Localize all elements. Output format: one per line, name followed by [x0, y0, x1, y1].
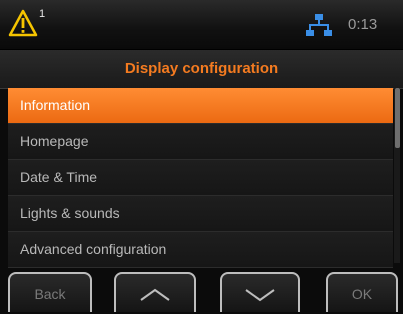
menu-item-advanced-configuration[interactable]: Advanced configuration [8, 232, 393, 268]
warning-count: 1 [39, 8, 46, 20]
menu-item-date-time[interactable]: Date & Time [8, 160, 393, 196]
menu-item-lights-sounds[interactable]: Lights & sounds [8, 196, 393, 232]
menu-list: Information Homepage Date & Time Lights … [8, 88, 393, 268]
warning-triangle-icon[interactable] [8, 9, 38, 37]
ok-button[interactable]: OK [326, 272, 398, 312]
scrollbar-thumb[interactable] [395, 88, 400, 148]
menu-item-homepage[interactable]: Homepage [8, 124, 393, 160]
back-button[interactable]: Back [8, 272, 92, 312]
clock: 0:13 [348, 16, 378, 33]
network-icon [306, 14, 332, 36]
down-button[interactable] [220, 272, 300, 312]
up-button[interactable] [114, 272, 196, 312]
menu-item-information[interactable]: Information [8, 88, 393, 124]
chevron-up-icon [140, 288, 170, 301]
chevron-down-icon [245, 289, 275, 302]
status-bar: 1 0:13 [0, 0, 403, 50]
page-title: Display configuration [0, 50, 403, 89]
